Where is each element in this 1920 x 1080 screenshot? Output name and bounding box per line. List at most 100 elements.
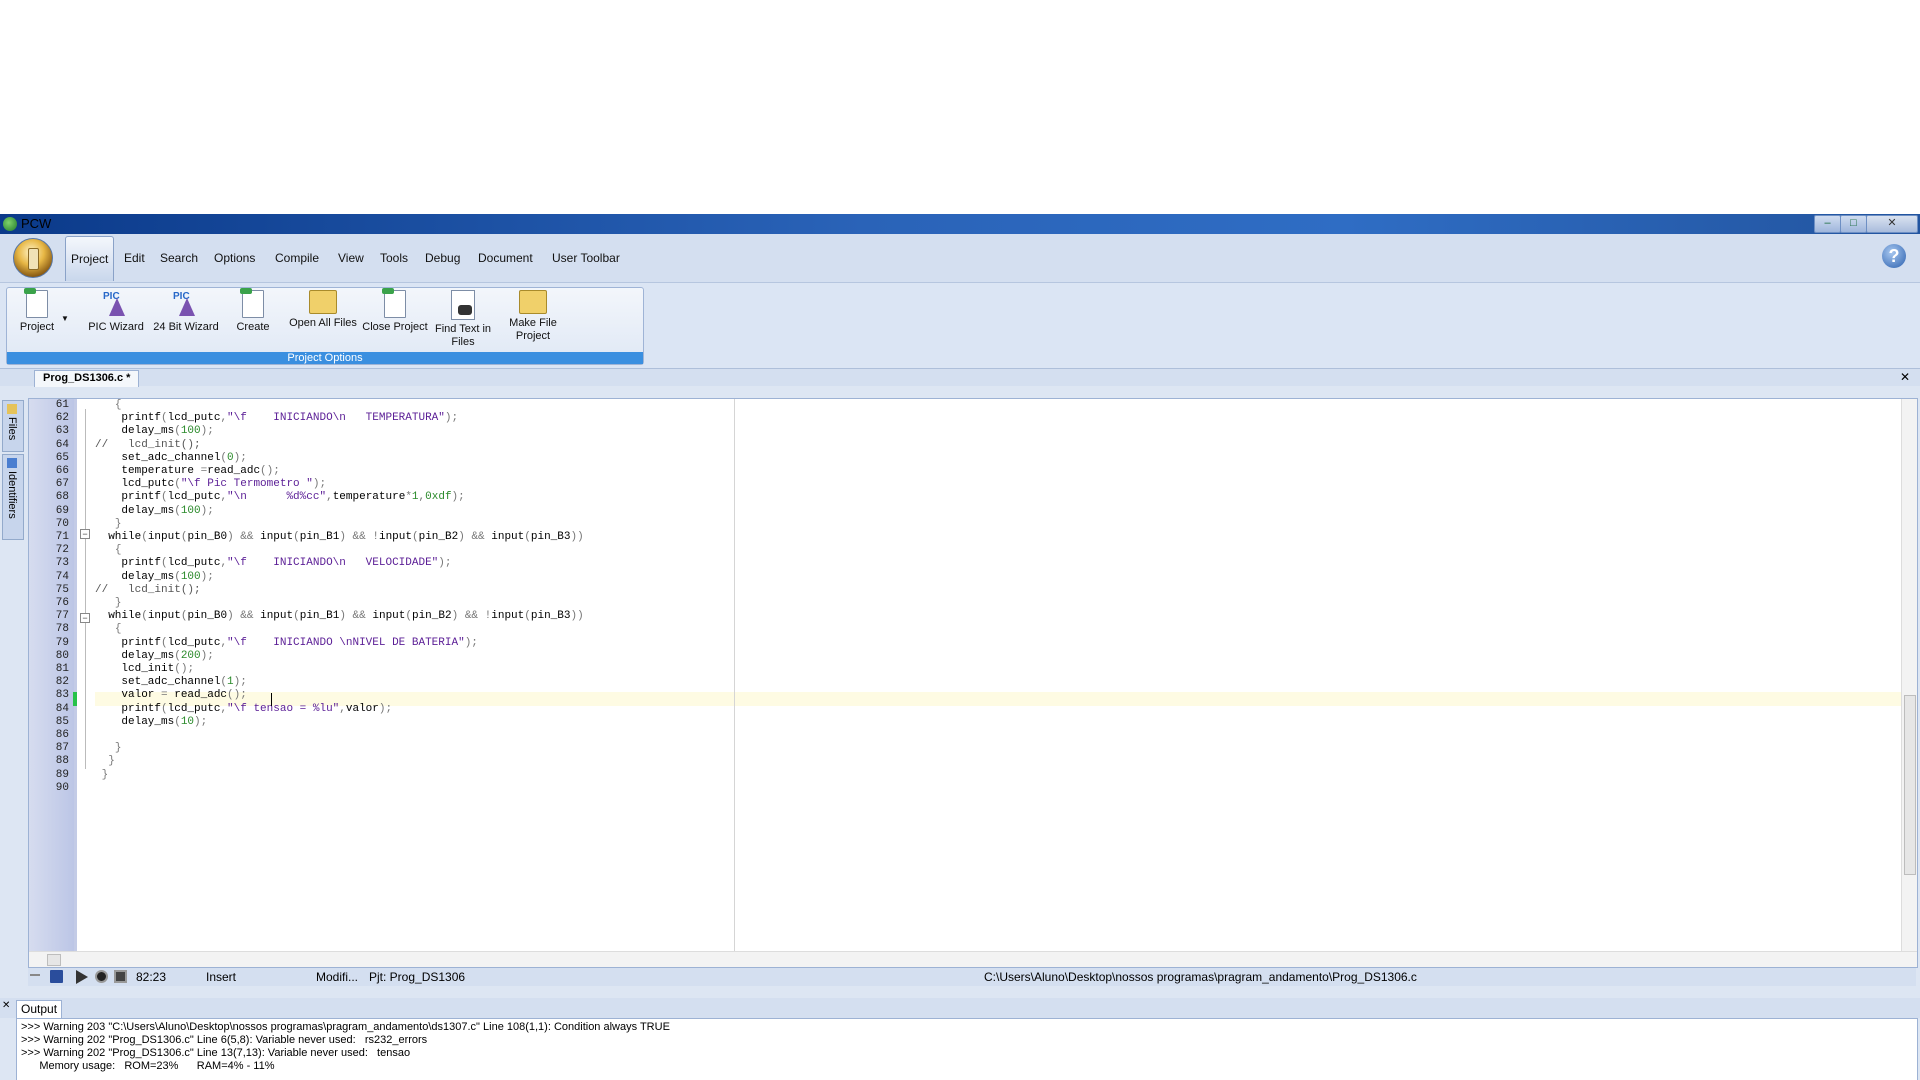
tab-user-toolbar[interactable]: User Toolbar (552, 234, 620, 282)
project-button[interactable]: Project ▼ (15, 288, 69, 334)
record-macro-icon[interactable] (95, 970, 108, 983)
vertical-scrollbar[interactable] (1901, 399, 1917, 951)
pin-icon[interactable]: ✕ (2, 1000, 10, 1011)
code-line[interactable]: lcd_putc("\f Pic Termometro "); (95, 478, 326, 490)
code-line[interactable]: } (95, 518, 122, 530)
chevron-down-icon[interactable]: ▼ (61, 312, 69, 325)
open-all-files-button[interactable]: Open All Files (287, 290, 359, 330)
line-number: 69 (55, 504, 69, 517)
fold-toggle-icon[interactable]: − (80, 529, 90, 539)
pic-wizard-button[interactable]: PIC PIC Wizard (85, 290, 147, 334)
code-line[interactable]: while(input(pin_B0) && input(pin_B1) && … (95, 610, 584, 622)
line-number: 87 (55, 742, 69, 755)
identifiers-icon (7, 458, 17, 468)
line-number: 64 (55, 438, 69, 451)
output-tab[interactable]: Output (16, 1000, 63, 1018)
save-icon[interactable] (50, 970, 63, 983)
make-file-project-button[interactable]: Make File Project (503, 290, 563, 343)
code-line[interactable]: set_adc_channel(1); (95, 676, 246, 688)
tab-options[interactable]: Options (214, 234, 255, 282)
tab-tools[interactable]: Tools (380, 234, 408, 282)
line-number: 88 (55, 755, 69, 768)
output-panel[interactable]: >>> Warning 203 "C:\Users\Aluno\Desktop\… (16, 1018, 1918, 1080)
pcw-window: PCW – □ ✕ Project Edit Search Options Co… (0, 214, 1920, 1080)
status-bar: 82:23 Insert Modifi... Pjt: Prog_DS1306 … (28, 968, 1916, 986)
code-line[interactable]: lcd_init(); (95, 663, 194, 675)
code-line[interactable]: temperature =read_adc(); (95, 465, 279, 477)
document-tab[interactable]: Prog_DS1306.c * (34, 370, 140, 387)
code-line[interactable]: printf(lcd_putc,"\f INICIANDO\n TEMPERAT… (95, 412, 458, 424)
horizontal-scrollbar[interactable] (29, 951, 1917, 967)
24-bit-wizard-button[interactable]: PIC 24 Bit Wizard (149, 290, 223, 334)
code-line[interactable]: } (95, 742, 122, 754)
project-button-label: Project (19, 321, 55, 333)
identifiers-side-tab[interactable]: Identifiers (2, 454, 24, 540)
tab-search[interactable]: Search (160, 234, 198, 282)
project-name: Pjt: Prog_DS1306 (369, 970, 466, 984)
make-file-label-line1: Make File (509, 317, 557, 329)
line-number: 84 (55, 702, 69, 715)
code-line[interactable]: { (95, 544, 122, 556)
code-line[interactable]: delay_ms(200); (95, 650, 213, 662)
help-icon[interactable]: ? (1882, 244, 1906, 268)
wizard-hat-icon: PIC (103, 290, 129, 318)
code-line[interactable]: delay_ms(100); (95, 425, 213, 437)
tab-project[interactable]: Project (65, 236, 115, 281)
code-line[interactable]: printf(lcd_putc,"\f INICIANDO\n VELOCIDA… (95, 557, 451, 569)
tab-edit[interactable]: Edit (124, 234, 145, 282)
ribbon-panel: Project ▼ PIC PIC Wizard PIC 24 Bit Wiza… (0, 283, 1920, 369)
code-line[interactable]: printf(lcd_putc,"\f INICIANDO \nNIVEL DE… (95, 637, 478, 649)
find-text-label-line1: Find Text in (434, 323, 492, 335)
stop-macro-icon[interactable] (114, 970, 127, 983)
minimize-button[interactable]: – (1814, 215, 1841, 233)
code-line[interactable]: while(input(pin_B0) && input(pin_B1) && … (95, 531, 584, 543)
change-marker (73, 692, 77, 706)
close-document-icon[interactable]: ✕ (1900, 370, 1910, 384)
code-line[interactable]: delay_ms(10); (95, 716, 207, 728)
line-number: 85 (55, 715, 69, 728)
play-icon[interactable] (76, 970, 88, 984)
create-button[interactable]: Create (233, 288, 273, 334)
fold-toggle-icon[interactable]: − (80, 613, 90, 623)
code-line[interactable]: valor = read_adc(); (95, 689, 246, 701)
code-line[interactable]: // lcd_init(); (95, 584, 201, 596)
code-line[interactable]: delay_ms(100); (95, 571, 213, 583)
files-side-tab-label: Files (6, 417, 18, 441)
wizard-hat-icon: PIC (173, 290, 199, 318)
code-editor[interactable]: − − 61 62 63 64 65 66 67 68 69 70 71 72 73 74 75 76 77 78… (28, 398, 1918, 968)
code-line[interactable]: // lcd_init(); (95, 439, 201, 451)
code-line[interactable]: { (95, 399, 122, 411)
tab-document[interactable]: Document (478, 234, 533, 282)
minus-icon[interactable] (30, 974, 40, 976)
line-number: 72 (55, 544, 69, 557)
code-line[interactable]: } (95, 597, 122, 609)
cursor-position: 82:23 (136, 970, 167, 984)
tab-view[interactable]: View (338, 234, 364, 282)
find-text-in-files-button[interactable]: Find Text in Files (431, 290, 495, 349)
vertical-scroll-thumb[interactable] (1904, 695, 1916, 875)
line-number: 63 (55, 425, 69, 438)
code-line[interactable]: } (95, 755, 115, 767)
horizontal-scroll-thumb[interactable] (47, 954, 61, 966)
code-line[interactable]: printf(lcd_putc,"\f tensao = %lu",valor)… (95, 703, 392, 715)
maximize-button[interactable]: □ (1840, 215, 1867, 233)
new-project-icon (24, 288, 48, 318)
application-orb-button[interactable] (13, 238, 53, 278)
line-number: 74 (55, 570, 69, 583)
code-line[interactable]: printf(lcd_putc,"\n %d%cc",temperature*1… (95, 491, 464, 503)
code-line[interactable]: { (95, 623, 122, 635)
code-line[interactable]: set_adc_channel(0); (95, 452, 246, 464)
line-number: 68 (55, 491, 69, 504)
code-line[interactable]: delay_ms(100); (95, 505, 213, 517)
close-project-button[interactable]: Close Project (361, 288, 429, 334)
fold-column (77, 399, 95, 967)
files-side-tab[interactable]: Files (2, 400, 24, 452)
ribbon-tab-row: Project Edit Search Options Compile View… (0, 234, 1920, 283)
line-number: 66 (55, 465, 69, 477)
tab-debug[interactable]: Debug (425, 234, 460, 282)
make-file-folder-icon (519, 290, 547, 314)
line-number: 90 (55, 781, 69, 794)
tab-compile[interactable]: Compile (275, 234, 319, 282)
code-line[interactable]: } (95, 769, 109, 781)
close-window-button[interactable]: ✕ (1866, 215, 1918, 233)
